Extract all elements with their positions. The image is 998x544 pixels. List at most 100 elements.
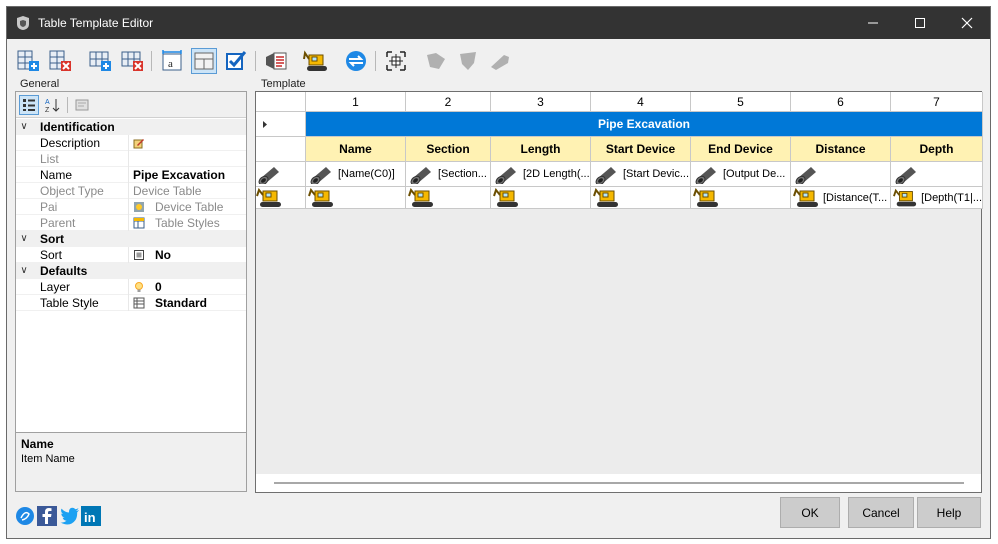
select-frame-button[interactable] [383,48,409,74]
column-number-header[interactable]: 4 [591,92,691,112]
excavation-field-cell[interactable] [591,187,691,209]
property-value-cell[interactable]: 0 [128,278,246,295]
column-number-header[interactable]: 5 [691,92,791,112]
ok-button[interactable]: OK [780,497,840,528]
row-header-title[interactable] [256,112,306,137]
property-value-cell[interactable] [128,150,246,167]
property-value: Device Table [155,199,224,214]
insert-row-button[interactable] [87,48,113,74]
excavation-field-cell[interactable] [306,187,406,209]
property-row-pai[interactable]: Pai Device Table [16,198,246,215]
pipe-field-cell[interactable]: [Output De... [691,162,791,187]
column-number-header[interactable]: 3 [491,92,591,112]
excavation-field-cell[interactable] [491,187,591,209]
delete-row-icon [121,51,143,71]
maximize-button[interactable] [897,7,943,39]
insert-column-button[interactable] [15,48,41,74]
property-value-cell[interactable] [128,134,246,151]
excavator-icon [493,187,518,207]
pipe-field-cell[interactable]: [Name(C0)] [306,162,406,187]
excavation-button[interactable] [303,48,329,74]
close-button[interactable] [944,7,990,39]
row-header[interactable] [256,137,306,162]
pipe-field-cell[interactable] [791,162,891,187]
minimize-button[interactable] [850,7,896,39]
excavation-field-cell[interactable]: [Depth(T1|... [891,187,983,209]
excavation-field-cell[interactable] [691,187,791,209]
pipe-bend-button[interactable] [455,48,481,74]
properties-list-button[interactable] [263,48,289,74]
description-title: Name [21,437,54,451]
property-row-list[interactable]: List [16,150,246,167]
chevron-down-icon[interactable]: ∨ [16,233,32,244]
property-value-cell[interactable]: Device Table [128,182,246,199]
row-header-pipe[interactable] [256,162,306,187]
checkbox-button[interactable] [223,48,249,74]
pipe-field-cell[interactable]: [2D Length(... [491,162,591,187]
column-number-header[interactable]: 7 [891,92,983,112]
categorized-view-button[interactable] [19,95,39,115]
property-category-defaults[interactable]: ∨ Defaults [16,263,246,279]
pipe-shape-button[interactable] [423,48,449,74]
facebook-link[interactable] [37,505,57,527]
delete-column-button[interactable] [47,48,73,74]
help-button[interactable]: Help [917,497,981,528]
chevron-down-icon[interactable]: ∨ [16,121,32,132]
excavation-field-cell[interactable]: [Distance(T... [791,187,891,209]
column-number-header[interactable]: 6 [791,92,891,112]
property-row-parent[interactable]: Parent Table Styles [16,214,246,231]
property-category-sort[interactable]: ∨ Sort [16,231,246,247]
toolbar-separator [151,51,152,71]
property-row-description[interactable]: Description [16,134,246,151]
property-value: Pipe Excavation [133,167,226,182]
horizontal-scrollbar[interactable] [256,474,981,492]
property-category-identification[interactable]: ∨ Identification [16,119,246,135]
chevron-down-icon[interactable]: ∨ [16,265,32,276]
merge-cells-button[interactable] [191,48,217,74]
property-row-layer[interactable]: Layer 0 [16,278,246,295]
cancel-button[interactable]: Cancel [848,497,914,528]
scrollbar-thumb[interactable] [274,482,964,484]
website-link[interactable] [15,505,35,527]
checkbox-icon [226,51,247,70]
row-selector-arrow-icon [263,120,267,128]
refresh-button[interactable] [343,48,369,74]
linkedin-link[interactable]: in [81,505,101,527]
column-header-cell[interactable]: Depth [891,137,983,162]
column-header-cell[interactable]: Name [306,137,406,162]
column-number-header[interactable]: 1 [306,92,406,112]
column-header-cell[interactable]: Section [406,137,491,162]
column-header-cell[interactable]: End Device [691,137,791,162]
row-header-excavation[interactable] [256,187,306,209]
property-row-sort[interactable]: Sort No [16,246,246,263]
property-value-cell[interactable]: Device Table [128,198,246,215]
pipe-field-cell[interactable]: [Section... [406,162,491,187]
column-number-header[interactable]: 2 [406,92,491,112]
excavation-field-cell[interactable] [406,187,491,209]
column-header-cell[interactable]: Length [491,137,591,162]
pipe-field-cell[interactable]: [Start Devic... [591,162,691,187]
text-cell-button[interactable]: a [159,48,185,74]
column-header-cell[interactable]: Start Device [591,137,691,162]
bulb-icon [133,281,145,293]
property-value-cell[interactable]: Standard [128,294,246,311]
pipe-end-button[interactable] [487,48,513,74]
property-name: Layer [40,279,71,294]
excavator-icon [408,187,433,207]
property-row-table-style[interactable]: Table Style Standard [16,294,246,311]
property-value-cell[interactable]: Pipe Excavation [128,166,246,183]
grid-corner-cell[interactable] [256,92,306,112]
table-title-cell[interactable]: Pipe Excavation [306,112,983,137]
property-row-name[interactable]: Name Pipe Excavation [16,166,246,183]
pipe-field-cell[interactable] [891,162,983,187]
property-pages-button[interactable] [72,95,92,115]
property-row-object-type[interactable]: Object Type Device Table [16,182,246,199]
column-header-cell[interactable]: Distance [791,137,891,162]
pipe-shape-disabled-icon [427,53,445,69]
category-label: Defaults [40,263,88,278]
property-value-cell[interactable]: Table Styles [128,214,246,231]
alphabetical-view-button[interactable]: A Z [42,95,62,115]
twitter-link[interactable] [59,505,81,527]
delete-row-button[interactable] [119,48,145,74]
property-value-cell[interactable]: No [128,246,246,263]
